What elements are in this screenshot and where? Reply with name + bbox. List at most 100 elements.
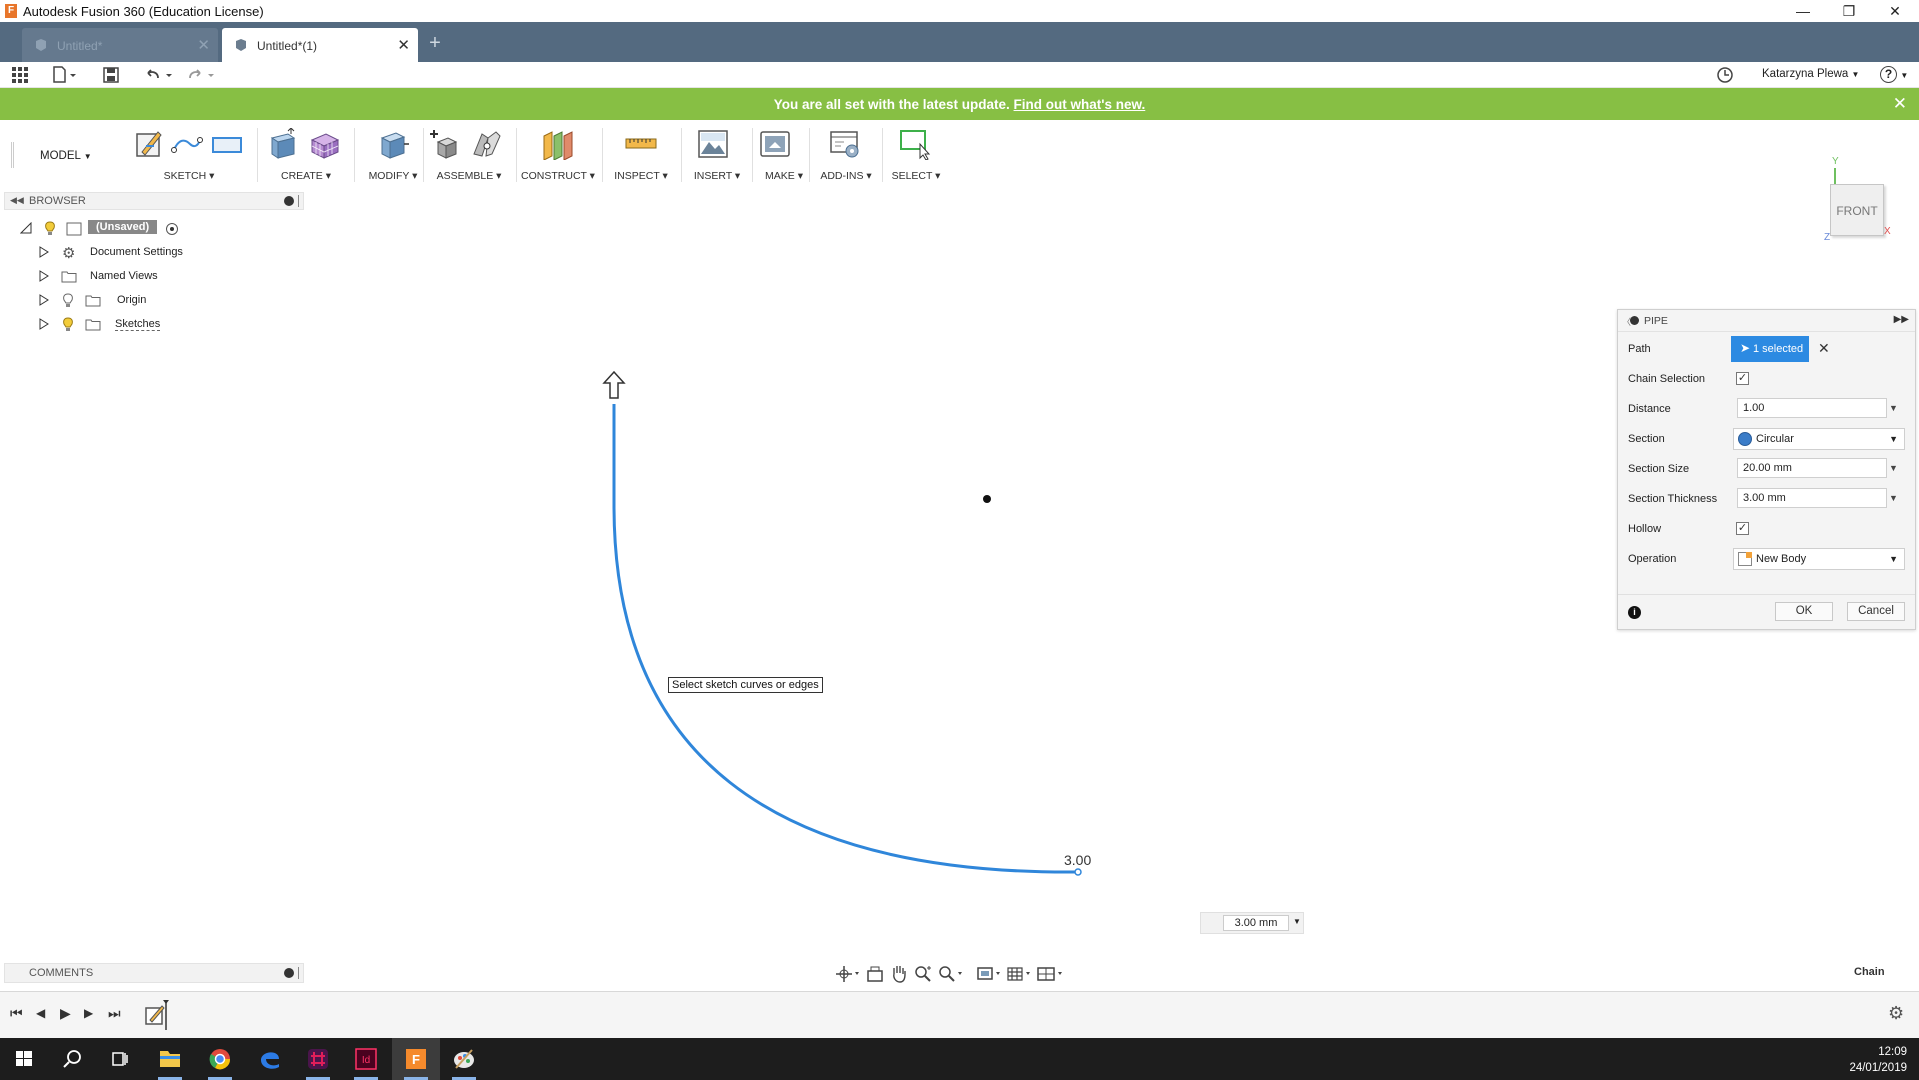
comments-add-icon[interactable]	[284, 968, 294, 978]
close-banner-icon[interactable]: ✕	[1893, 94, 1907, 114]
close-tab-icon[interactable]: ✕	[397, 36, 410, 54]
file-menu-icon[interactable]	[52, 66, 78, 84]
hollow-checkbox[interactable]: ✓	[1736, 522, 1749, 535]
zoom-icon[interactable]	[914, 965, 932, 983]
visibility-bulb-off-icon[interactable]	[62, 293, 74, 308]
close-tab-icon[interactable]: ✕	[197, 36, 210, 54]
cancel-button[interactable]: Cancel	[1847, 602, 1905, 621]
panel-resize-handle[interactable]	[298, 967, 299, 979]
expand-triangle-icon[interactable]	[38, 294, 50, 306]
job-status-clock-icon[interactable]	[1716, 66, 1734, 84]
new-tab-button[interactable]: +	[424, 32, 446, 54]
pipe-dialog-header[interactable]: 〈 PIPE ▶▶	[1618, 310, 1915, 332]
create-group[interactable]: CREATE ▾	[264, 126, 348, 184]
search-icon[interactable]	[48, 1038, 96, 1080]
modify-group[interactable]: MODIFY ▾	[360, 126, 426, 184]
step-back-icon[interactable]: ◀	[36, 1006, 45, 1020]
expand-triangle-icon[interactable]	[38, 270, 50, 282]
path-endpoint[interactable]	[1074, 868, 1082, 876]
visibility-bulb-icon[interactable]	[44, 221, 56, 236]
visibility-bulb-icon[interactable]	[62, 317, 74, 332]
play-icon[interactable]: ▶	[60, 1005, 71, 1022]
clear-selection-icon[interactable]: ✕	[1818, 340, 1830, 357]
browser-pin-icon[interactable]	[284, 196, 294, 206]
distance-arrow-handle[interactable]	[602, 370, 626, 399]
indesign-icon[interactable]: Id	[342, 1038, 390, 1080]
maximize-button[interactable]: ❐	[1826, 0, 1872, 22]
insert-group[interactable]: INSERT ▾	[686, 126, 748, 184]
view-cube[interactable]: Y FRONT X Z	[1820, 140, 1900, 243]
ok-button[interactable]: OK	[1775, 602, 1833, 621]
thickness-manipulator[interactable]: 3.00 mm ▼	[1200, 912, 1304, 934]
expand-triangle-icon[interactable]	[38, 318, 50, 330]
fit-zoom-icon[interactable]	[938, 965, 966, 983]
pan-hand-icon[interactable]	[890, 964, 908, 984]
redo-icon[interactable]	[186, 66, 216, 84]
collapse-browser-icon[interactable]: ◀◀	[10, 195, 24, 206]
save-icon[interactable]	[102, 66, 120, 84]
close-window-button[interactable]: ✕	[1872, 0, 1918, 22]
data-panel-grid-icon[interactable]	[11, 66, 29, 84]
whats-new-link[interactable]: Find out what's new.	[1014, 97, 1146, 112]
dialog-collapse-icon[interactable]	[1630, 316, 1639, 325]
browser-item-named-views[interactable]: Named Views	[0, 266, 300, 288]
fusion-360-taskbar-icon[interactable]: F	[392, 1038, 440, 1080]
grid-settings-icon[interactable]	[1006, 965, 1034, 983]
section-select[interactable]: Circular ▼	[1733, 428, 1905, 450]
operation-select[interactable]: New Body ▼	[1733, 548, 1905, 570]
browser-root-node[interactable]: (Unsaved)	[0, 218, 300, 240]
workspace-switcher[interactable]: MODEL ▼	[40, 150, 92, 162]
orbit-icon[interactable]	[835, 965, 861, 983]
inspect-group[interactable]: INSPECT ▾	[606, 126, 676, 184]
chevron-down-icon[interactable]: ▼	[1889, 403, 1898, 413]
timeline-settings-gear-icon[interactable]: ⚙	[1888, 1003, 1904, 1024]
expand-triangle-icon[interactable]	[38, 246, 50, 258]
browser-item-sketches[interactable]: Sketches	[0, 314, 300, 336]
activate-radio-icon[interactable]	[166, 223, 178, 235]
viewports-icon[interactable]	[1036, 965, 1066, 983]
sketch-path-curve[interactable]	[612, 404, 1079, 874]
chain-selection-checkbox[interactable]: ✓	[1736, 372, 1749, 385]
slack-icon[interactable]	[294, 1038, 342, 1080]
root-label[interactable]: (Unsaved)	[88, 220, 158, 234]
panel-resize-handle[interactable]	[298, 195, 299, 207]
help-menu[interactable]: ? ▼	[1880, 66, 1910, 84]
section-thickness-input[interactable]: 3.00 mm	[1737, 488, 1887, 508]
comments-panel-header[interactable]: COMMENTS	[4, 963, 304, 983]
browser-item-origin[interactable]: Origin	[0, 290, 300, 312]
browser-item-document-settings[interactable]: ⚙ Document Settings	[0, 242, 300, 264]
info-icon[interactable]: i	[1628, 606, 1641, 619]
collapse-triangle-icon[interactable]	[20, 222, 32, 234]
go-to-start-icon[interactable]: ⏮	[10, 1005, 23, 1022]
windows-start-icon[interactable]	[0, 1038, 48, 1080]
undo-icon[interactable]	[144, 66, 174, 84]
chevron-down-icon[interactable]: ▼	[1889, 463, 1898, 473]
minimize-button[interactable]: —	[1780, 0, 1826, 22]
section-size-input[interactable]: 20.00 mm	[1737, 458, 1887, 478]
go-to-end-icon[interactable]: ⏭	[108, 1005, 121, 1022]
paint-app-icon[interactable]	[440, 1038, 488, 1080]
edge-browser-icon[interactable]	[246, 1038, 294, 1080]
path-selection-button[interactable]: ➤ 1 selected	[1731, 336, 1809, 362]
chevron-down-icon[interactable]: ▼	[1293, 917, 1301, 926]
expand-dialog-icon[interactable]: ▶▶	[1894, 314, 1909, 325]
user-account-menu[interactable]: Katarzyna Plewa ▼	[1762, 68, 1859, 80]
view-cube-front-face[interactable]: FRONT	[1830, 184, 1884, 236]
make-group[interactable]: MAKE ▾	[756, 126, 812, 184]
display-settings-icon[interactable]	[976, 965, 1004, 983]
select-group[interactable]: SELECT ▾	[884, 126, 948, 184]
thickness-canvas-input[interactable]: 3.00 mm	[1223, 915, 1289, 931]
chrome-icon[interactable]	[196, 1038, 244, 1080]
step-forward-icon[interactable]: ▶	[84, 1006, 93, 1020]
add-ins-group[interactable]: ADD-INS ▾	[812, 126, 880, 184]
system-clock[interactable]: 12:09 24/01/2019	[1849, 1044, 1907, 1076]
file-explorer-icon[interactable]	[146, 1038, 194, 1080]
assemble-group[interactable]: ASSEMBLE ▾	[428, 126, 510, 184]
timeline-sketch-feature-icon[interactable]	[144, 1000, 172, 1030]
tab-untitled[interactable]: Untitled* ✕	[22, 28, 218, 62]
chevron-down-icon[interactable]: ▼	[1889, 493, 1898, 503]
look-at-icon[interactable]	[866, 965, 884, 983]
task-view-icon[interactable]	[96, 1038, 144, 1080]
distance-input[interactable]: 1.00	[1737, 398, 1887, 418]
browser-panel-header[interactable]: ◀◀ BROWSER	[4, 192, 304, 210]
